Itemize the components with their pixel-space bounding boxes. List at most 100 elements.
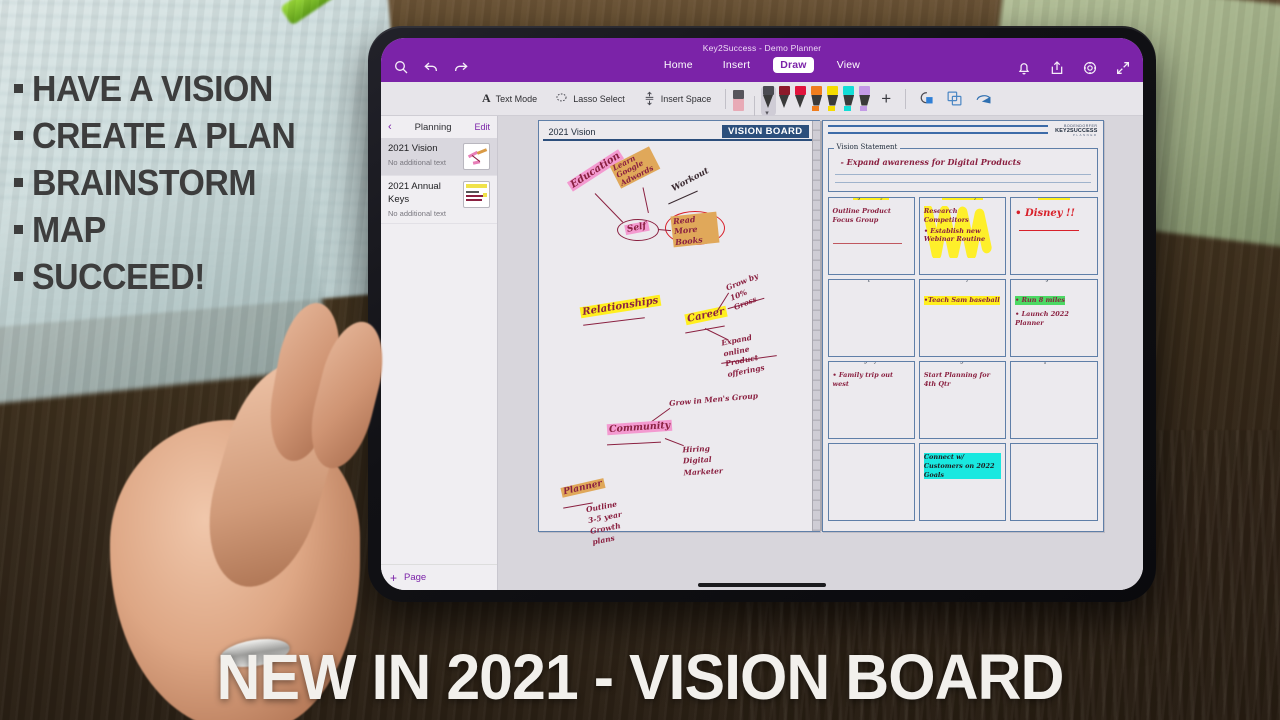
month-label: January (829, 198, 914, 200)
eraser-stroke-icon[interactable] (975, 90, 992, 107)
month-label: February (920, 198, 1005, 200)
mindmap-underline (582, 317, 645, 326)
sidebar-item-subtitle: No additional text (388, 157, 446, 167)
tab-draw[interactable]: Draw (773, 57, 814, 73)
page-canvas[interactable]: 2021 Vision VISION BOARD Education Learn… (498, 116, 1143, 590)
add-page-label: Page (404, 572, 427, 583)
month-cell-november[interactable]: November Connect w/ Customers on 2022 Go… (918, 443, 1007, 521)
month-label: March (1011, 198, 1096, 200)
mind-map: Education Learn Google Adwords Workout S… (539, 143, 819, 546)
overlay-bullet-item: MAP (14, 207, 312, 252)
highlighter-cyan[interactable] (841, 85, 856, 116)
overlay-bullet-item: SUCCEED! (14, 254, 312, 299)
bullet-square-icon (14, 131, 23, 140)
highlighter-purple[interactable] (857, 85, 872, 116)
mindmap-underline (667, 190, 698, 205)
mindmap-node: Community (606, 419, 673, 436)
share-icon[interactable] (1049, 60, 1065, 76)
month-entry: • Establish new Webinar Routine (923, 226, 986, 244)
month-entry: •Teach Sam baseball (923, 296, 1000, 305)
mindmap-node: Planner (559, 478, 605, 498)
highlighter-yellow[interactable] (825, 85, 840, 116)
add-pen-button[interactable]: + (872, 90, 900, 107)
overlay-bullet-list: HAVE A VISION CREATE A PLAN BRAINSTORM M… (14, 66, 312, 301)
page-thumbnail[interactable] (463, 181, 490, 208)
vision-statement-box[interactable]: Vision Statement - Expand awareness for … (827, 143, 1098, 192)
insert-space-icon (645, 91, 654, 106)
month-label: October (829, 444, 914, 446)
sidebar-item-subtitle: No additional text (388, 208, 446, 218)
edit-button[interactable]: Edit (474, 122, 490, 132)
bell-icon[interactable] (1016, 60, 1032, 76)
tab-view[interactable]: View (830, 57, 867, 73)
sidebar-title: Planning (414, 121, 452, 133)
pen-black[interactable]: ▾ (761, 85, 777, 117)
month-cell-september[interactable]: September (1010, 361, 1098, 439)
vision-statement-rule (834, 174, 1091, 175)
mindmap-node: Outline 3-5 year Growth plans (584, 499, 623, 547)
month-cell-april[interactable]: April (827, 279, 915, 357)
month-entry: Connect w/ Customers on 2022 Goals (923, 453, 1002, 480)
month-cell-august[interactable]: August Start Planning for 4th Qtr (918, 361, 1007, 439)
overlay-bullet-item: CREATE A PLAN (14, 113, 312, 158)
month-label: November (920, 444, 1005, 446)
home-indicator[interactable] (698, 583, 826, 587)
entry-underline (1019, 230, 1079, 232)
month-entry: Outline Product Focus Group (832, 207, 891, 224)
page-sidebar: ‹ Planning Edit 2021 Vision No additiona… (381, 116, 498, 590)
text-mode-icon: A (482, 91, 491, 105)
workspace: ‹ Planning Edit 2021 Vision No additiona… (381, 116, 1143, 590)
mindmap-node: Grow in Men's Group (668, 391, 758, 408)
month-entry: Start Planning for 4th Qtr (923, 371, 991, 388)
mindmap-node: Relationships (579, 294, 661, 319)
month-cell-january[interactable]: January Outline Product Focus Group (827, 197, 915, 275)
logo-line-3: PLANNER (1072, 133, 1098, 138)
titlebar-right-icons (1016, 60, 1131, 76)
bullet-label: BRAINSTORM (32, 162, 257, 203)
mindmap-connector (664, 438, 684, 447)
add-page-button[interactable]: + Page (381, 564, 497, 590)
month-label: April (829, 280, 914, 282)
annual-keys-page[interactable]: BODENDORFER KEY2SUCCESS PLANNER Vision S… (811, 120, 1104, 532)
draw-toolbar: A Text Mode Lasso Select Insert Space ▾ … (381, 82, 1143, 117)
month-label: May (920, 280, 1005, 282)
insert-space-button[interactable]: Insert Space (634, 91, 721, 106)
month-cell-july[interactable]: July • Family trip out west (827, 361, 915, 439)
text-mode-button[interactable]: A Text Mode (473, 91, 546, 106)
mindmap-node: Career (683, 305, 727, 326)
toolbar-divider (725, 88, 727, 109)
sidebar-item-2021-annual-keys[interactable]: 2021 Annual Keys No additional text (381, 176, 497, 224)
pen-eraser[interactable] (731, 89, 746, 116)
month-cell-march[interactable]: March • Disney !! (1010, 197, 1098, 275)
month-cell-june[interactable]: June • Run 8 miles • Launch 2022 Planner (1010, 279, 1098, 357)
sidebar-header: ‹ Planning Edit (381, 116, 497, 138)
sidebar-item-label: 2021 Annual Keys (388, 181, 441, 205)
lasso-select-button[interactable]: Lasso Select (546, 92, 634, 105)
vision-board-page[interactable]: 2021 Vision VISION BOARD Education Learn… (537, 120, 830, 546)
month-cell-october[interactable]: October (827, 443, 915, 521)
pen-dark-red[interactable] (777, 85, 792, 116)
app-titlebar: Key2Success - Demo Planner Home Insert D… (381, 38, 1143, 82)
pen-red[interactable] (793, 85, 808, 116)
page-thumbnail[interactable] (463, 143, 490, 170)
sidebar-item-label: 2021 Vision (388, 143, 438, 154)
shape-fill-icon[interactable] (917, 90, 934, 107)
tab-insert[interactable]: Insert (716, 57, 757, 73)
month-entry: • Run 8 miles (1015, 296, 1066, 305)
overlay-bullet-item: BRAINSTORM (14, 160, 312, 205)
highlighter-orange[interactable] (809, 85, 824, 116)
green-pen-photo (279, 0, 351, 26)
month-label: July (829, 362, 914, 364)
gear-icon[interactable] (1082, 60, 1098, 76)
month-cell-december[interactable]: December (1010, 443, 1098, 521)
sidebar-item-2021-vision[interactable]: 2021 Vision No additional text (381, 138, 497, 176)
plus-icon: + (390, 570, 398, 585)
back-icon[interactable]: ‹ (388, 121, 392, 133)
tab-home[interactable]: Home (657, 57, 700, 73)
month-cell-may[interactable]: May •Teach Sam baseball (918, 279, 1007, 357)
expand-icon[interactable] (1115, 60, 1131, 76)
month-entry: • Launch 2022 Planner (1015, 310, 1069, 327)
month-entry: • Family trip out west (832, 371, 894, 388)
duplicate-icon[interactable] (946, 90, 963, 107)
month-cell-february[interactable]: February Research Competitors • Establis… (918, 197, 1007, 275)
